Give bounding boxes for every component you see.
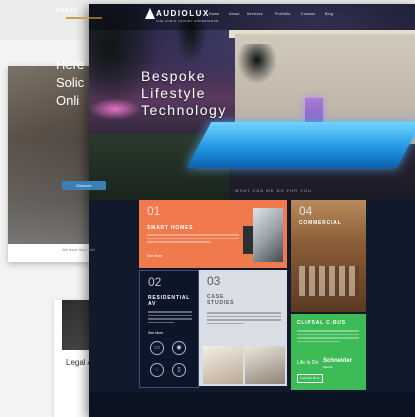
hero-title-line: Bespoke	[141, 68, 206, 84]
tile-title: SMART HOMES	[147, 225, 194, 231]
lightbulb-icon: ◌	[150, 363, 164, 377]
case-study-photo	[245, 346, 285, 384]
hero-pink-light	[89, 98, 141, 120]
tile-commercial[interactable]: 04 COMMERCIAL	[291, 200, 366, 312]
headline-line: Solic	[56, 75, 85, 90]
solicitors-logo: SOLIC	[55, 8, 79, 14]
speaker-icon: ◉	[172, 341, 186, 355]
hero-image	[89, 4, 415, 200]
life-is-on-slogan: Life Is On	[297, 360, 319, 366]
hero-title: Bespoke Lifestyle Technology	[141, 68, 227, 119]
top-nav: AUDIOLUX THE AUDIO LUXURY EXPERIENCE Hom…	[89, 4, 415, 30]
tile-residential-av[interactable]: 02 RESIDENTIAL AV See More ▭ ◉ ◌ ▯	[139, 270, 199, 388]
tile-number: 01	[147, 204, 161, 218]
tile-title: RESIDENTIAL AV	[148, 295, 191, 307]
audiolux-logo[interactable]: AUDIOLUX	[156, 9, 210, 18]
tile-text-lines	[148, 311, 192, 325]
tile-see-more-link[interactable]: See More	[147, 254, 162, 258]
remote-icon: ▯	[172, 363, 186, 377]
case-study-photo	[203, 346, 243, 384]
hero-palm	[237, 44, 277, 84]
solicitors-cta-button[interactable]: Discover	[62, 181, 106, 190]
tile-title: CASE STUDIES	[207, 294, 235, 306]
tile-see-more-link[interactable]: See More	[148, 331, 163, 335]
audiolux-site-preview: AUDIOLUX THE AUDIO LUXURY EXPERIENCE Hom…	[89, 4, 415, 417]
schneider-logo: Schneider	[323, 358, 353, 364]
tv-icon: ▭	[150, 341, 164, 355]
tile-number: 02	[148, 275, 162, 289]
nav-item-blog[interactable]: Blog	[325, 12, 333, 16]
tile-text-lines	[297, 330, 359, 344]
nav-item-services[interactable]: Services	[247, 12, 263, 16]
hero-title-line: Lifestyle	[141, 85, 206, 101]
smart-home-product-image	[253, 208, 283, 262]
hero-title-line: Technology	[141, 102, 227, 118]
tile-title: CLIPSAL C-BUS	[297, 320, 346, 326]
solicitors-headline: Here Solic Onli	[56, 56, 84, 110]
tile-text-lines	[147, 234, 239, 245]
nav-item-about[interactable]: About	[229, 12, 240, 16]
tile-number: 04	[299, 204, 313, 218]
nav-item-portfolio[interactable]: Portfolio	[275, 12, 291, 16]
tile-smart-homes[interactable]: 01 SMART HOMES See More	[139, 200, 287, 268]
audiolux-logo-icon[interactable]	[145, 8, 155, 19]
hero-caption: WHAT CAN WE DO FOR YOU	[235, 188, 312, 193]
headline-line: Onli	[56, 93, 80, 108]
tile-case-studies[interactable]: 03 CASE STUDIES	[199, 270, 287, 386]
headline-line: Here	[56, 57, 85, 72]
footer-strip	[89, 392, 415, 417]
nav-item-contact[interactable]: Contact	[301, 12, 315, 16]
find-out-more-button[interactable]: Find Out More	[297, 374, 323, 383]
tile-number: 03	[207, 274, 221, 288]
tile-title: COMMERCIAL	[299, 220, 342, 226]
tile-text-lines	[207, 312, 281, 326]
nav-item-home[interactable]: Home	[209, 12, 220, 16]
tile-clipsal-cbus[interactable]: CLIPSAL C-BUS Life Is On Schneider Elect…	[291, 314, 366, 390]
hero-pool	[186, 122, 415, 168]
audiolux-tagline: THE AUDIO LUXURY EXPERIENCE	[156, 19, 219, 23]
schneider-logo-sub: Electric	[323, 365, 333, 369]
solicitors-note: We have legal Mid	[62, 247, 95, 252]
